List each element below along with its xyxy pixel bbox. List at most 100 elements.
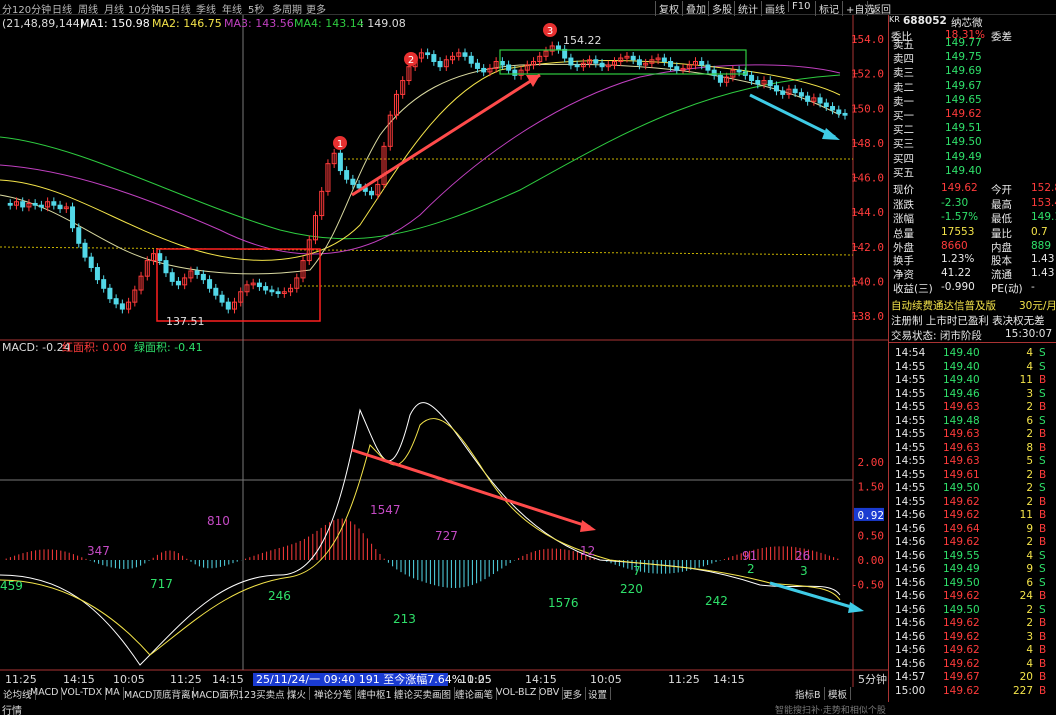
indicator-tab-2[interactable]: VOL-TDX bbox=[58, 687, 107, 700]
template-button[interactable]: 模板 bbox=[825, 687, 852, 701]
buy-price-2: 149.50 bbox=[945, 136, 982, 149]
tick-side-17: S bbox=[1039, 576, 1046, 589]
toolbar-button-3[interactable]: 统计 bbox=[734, 1, 761, 16]
stat-value-1: 41.22 bbox=[941, 267, 972, 279]
buy-price-1: 149.51 bbox=[945, 122, 982, 135]
period-0[interactable]: 分 bbox=[2, 1, 12, 16]
candle-body bbox=[369, 190, 375, 196]
period-3[interactable]: 周线 bbox=[78, 1, 98, 16]
indicator-tab-12[interactable]: VOL-BLZ bbox=[493, 687, 541, 700]
indicator-tab-6[interactable]: 123买卖点 bbox=[235, 687, 289, 701]
candle-body bbox=[437, 61, 443, 68]
toolbar-button-0[interactable]: 复权 bbox=[655, 1, 682, 16]
macd-label-3: 727 bbox=[435, 529, 458, 543]
macd-arrow-down-2-head bbox=[848, 602, 864, 613]
macd-label-1: 810 bbox=[207, 514, 230, 528]
indicator-tab-4[interactable]: MACD顶底背离 bbox=[121, 687, 195, 701]
tick-side-7: B bbox=[1039, 441, 1047, 454]
macd-label-16: 3 bbox=[800, 564, 808, 578]
candle-body bbox=[431, 54, 437, 63]
indicator-tab-14[interactable]: 更多 bbox=[560, 687, 587, 701]
tick-volume-14: 2 bbox=[1026, 536, 1033, 548]
chart-area[interactable]: 154.0 152.0 150.0 148.0 146.0 144.0 142.0 140.0… bbox=[0, 15, 888, 687]
toolbar-button-2[interactable]: 多股 bbox=[708, 1, 735, 16]
tick-time-9: 14:55 bbox=[895, 468, 926, 481]
period-7[interactable]: 季线 bbox=[196, 1, 216, 16]
period-9[interactable]: 5秒 bbox=[248, 1, 264, 16]
quote-value2-2: 149.1 bbox=[1031, 211, 1056, 223]
tick-volume-15: 4 bbox=[1026, 549, 1033, 562]
macd-label-7: 459 bbox=[0, 579, 23, 593]
indicator-tab-7[interactable]: 煤火 bbox=[284, 687, 311, 701]
tick-time-2: 14:55 bbox=[895, 374, 926, 386]
indicator-tab-10[interactable]: 缠论买卖画图 bbox=[391, 687, 456, 701]
tick-side-3: S bbox=[1039, 387, 1046, 400]
trend-arrow-down-head bbox=[822, 128, 840, 140]
indicator-tab-11[interactable]: 缠论画笔 bbox=[452, 687, 498, 701]
ma-legend-5: : 149.08 bbox=[360, 17, 406, 30]
indicator-tab-15[interactable]: 设置 bbox=[585, 687, 612, 701]
toolbar-button-4[interactable]: 画线 bbox=[761, 1, 788, 16]
buy-price-0: 149.62 bbox=[945, 108, 982, 120]
toolbar-button-5[interactable]: F10 bbox=[788, 1, 813, 12]
macd-label-4: 12 bbox=[580, 544, 595, 558]
tick-price-23: 149.62 bbox=[943, 657, 980, 670]
tick-price-20: 149.62 bbox=[943, 617, 980, 629]
macd-tick-1: 1.50 bbox=[858, 481, 885, 494]
tick-time-18: 14:56 bbox=[895, 590, 926, 602]
period-5[interactable]: 10分钟 bbox=[128, 1, 161, 16]
indicator-tab-8[interactable]: 禅论分笔 bbox=[311, 687, 357, 701]
tick-price-12: 149.62 bbox=[943, 509, 980, 521]
candle-body bbox=[163, 260, 169, 274]
tick-time-7: 14:55 bbox=[895, 441, 926, 454]
price-tick-label-3: 148.0 bbox=[851, 137, 884, 150]
period-8[interactable]: 年线 bbox=[222, 1, 242, 16]
time-tick-2: 10:05 bbox=[113, 673, 145, 686]
indicator-tab-9[interactable]: 缠中枢1 bbox=[354, 687, 396, 701]
candle-body bbox=[755, 80, 761, 85]
toolbar-button-8[interactable]: 返回 bbox=[867, 1, 894, 16]
tick-price-14: 149.62 bbox=[943, 536, 980, 548]
low-label: 137.51 bbox=[166, 315, 205, 328]
macd-value: MACD: -0.24 bbox=[2, 341, 71, 354]
candle-body bbox=[773, 85, 779, 92]
tick-side-18: B bbox=[1039, 590, 1047, 602]
tick-price-6: 149.63 bbox=[943, 428, 980, 440]
footer-left: 行情 bbox=[2, 706, 22, 715]
tick-price-3: 149.46 bbox=[943, 387, 980, 400]
period-2[interactable]: 日线 bbox=[52, 1, 72, 16]
candle-body bbox=[7, 202, 13, 206]
candle-body bbox=[200, 273, 206, 281]
buy-label-2: 买三 bbox=[893, 138, 914, 151]
tick-side-9: B bbox=[1039, 468, 1047, 481]
period-1[interactable]: 120分钟 bbox=[12, 1, 51, 16]
stock-name: 纳芯微 bbox=[951, 17, 983, 29]
candle-body bbox=[499, 61, 505, 66]
tick-price-4: 149.63 bbox=[943, 401, 980, 413]
indicator-b-button[interactable]: 指标B bbox=[792, 687, 825, 701]
period-10[interactable]: 多周期 bbox=[272, 1, 302, 16]
candle-body bbox=[356, 183, 362, 189]
toolbar-button-6[interactable]: 标记 bbox=[815, 1, 842, 16]
ma-legend-4: MA4: 143.14 bbox=[294, 17, 364, 30]
period-11[interactable]: 更多 bbox=[306, 1, 326, 16]
candle-body bbox=[661, 57, 667, 63]
tick-time-4: 14:55 bbox=[895, 401, 926, 413]
candle-body bbox=[699, 61, 705, 66]
quote-label2-3: 量比 bbox=[991, 227, 1012, 240]
price-tick-label-6: 142.0 bbox=[851, 241, 884, 254]
toolbar-button-1[interactable]: 叠加 bbox=[682, 1, 709, 16]
candle-body bbox=[101, 279, 107, 289]
sell-label-0: 卖五 bbox=[893, 39, 914, 51]
period-6[interactable]: 45日线 bbox=[158, 1, 191, 16]
tick-time-12: 14:56 bbox=[895, 509, 926, 521]
macd-tick-4: 0.00 bbox=[858, 554, 885, 567]
tick-volume-12: 11 bbox=[1019, 509, 1033, 521]
buy-price-3: 149.49 bbox=[945, 150, 982, 163]
stat-value-2: -0.990 bbox=[941, 281, 975, 293]
period-4[interactable]: 月线 bbox=[104, 1, 124, 16]
period-label: 5分钟 bbox=[858, 672, 887, 686]
tick-time-5: 14:55 bbox=[895, 414, 926, 427]
tick-volume-9: 2 bbox=[1026, 468, 1033, 481]
tick-time-17: 14:56 bbox=[895, 576, 926, 589]
